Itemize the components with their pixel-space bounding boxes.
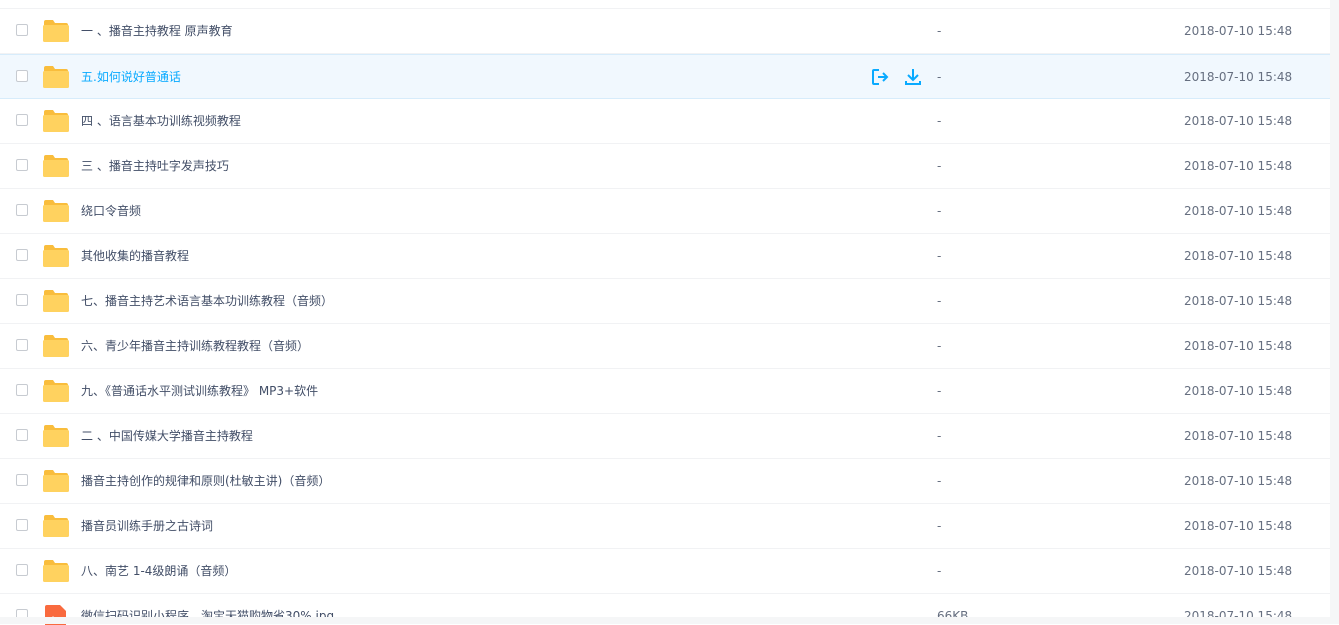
folder-icon	[43, 245, 69, 267]
file-name[interactable]: 一 、播音主持教程 原声教育	[81, 23, 233, 39]
modified-date: 2018-07-10 15:48	[1184, 519, 1293, 533]
file-size: -	[937, 294, 942, 308]
file-row[interactable]: 播音员训练手册之古诗词 - 2018-07-10 15:48	[0, 504, 1330, 549]
folder-icon	[43, 470, 69, 492]
file-name[interactable]: 九、《普通话水平测试训练教程》 MP3+软件	[81, 383, 318, 399]
file-size: -	[937, 429, 942, 443]
file-size: -	[937, 474, 942, 488]
file-row[interactable]: 绕口令音频 - 2018-07-10 15:48	[0, 189, 1330, 234]
file-row[interactable]: 八、南艺 1-4级朗诵（音频） - 2018-07-10 15:48	[0, 549, 1330, 594]
select-checkbox[interactable]	[16, 204, 28, 216]
file-size: -	[937, 159, 942, 173]
file-row[interactable]: 二 、中国传媒大学播音主持教程 - 2018-07-10 15:48	[0, 414, 1330, 459]
select-checkbox[interactable]	[16, 114, 28, 126]
file-row[interactable]: 六、青少年播音主持训练教程教程（音频） - 2018-07-10 15:48	[0, 324, 1330, 369]
horizontal-scrollbar[interactable]	[0, 617, 1339, 624]
modified-date: 2018-07-10 15:48	[1184, 24, 1293, 38]
modified-date: 2018-07-10 15:48	[1184, 564, 1293, 578]
modified-date: 2018-07-10 15:48	[1184, 384, 1293, 398]
file-size: -	[937, 114, 942, 128]
modified-date: 2018-07-10 15:48	[1184, 429, 1293, 443]
select-checkbox[interactable]	[16, 474, 28, 486]
folder-icon	[43, 560, 69, 582]
file-size: -	[937, 384, 942, 398]
file-name[interactable]: 三 、播音主持吐字发声技巧	[81, 158, 229, 174]
folder-icon	[43, 380, 69, 402]
file-size: -	[937, 564, 942, 578]
folder-icon	[43, 425, 69, 447]
file-name[interactable]: 二 、中国传媒大学播音主持教程	[81, 428, 253, 444]
file-name[interactable]: 其他收集的播音教程	[81, 248, 189, 264]
file-name[interactable]: 八、南艺 1-4级朗诵（音频）	[81, 563, 236, 579]
modified-date: 2018-07-10 15:48	[1184, 159, 1293, 173]
select-checkbox[interactable]	[16, 70, 28, 82]
file-name[interactable]: 播音主持创作的规律和原则(杜敏主讲)（音频）	[81, 473, 330, 489]
modified-date: 2018-07-10 15:48	[1184, 474, 1293, 488]
download-icon[interactable]	[903, 67, 923, 87]
file-list: 一 、播音主持教程 原声教育 - 2018-07-10 15:48 五.如何说好…	[0, 8, 1330, 625]
folder-icon	[43, 200, 69, 222]
select-checkbox[interactable]	[16, 24, 28, 36]
modified-date: 2018-07-10 15:48	[1184, 249, 1293, 263]
folder-icon	[43, 66, 69, 88]
file-name[interactable]: 五.如何说好普通话	[81, 69, 181, 85]
file-size: -	[937, 249, 942, 263]
share-icon[interactable]	[870, 67, 890, 87]
file-row[interactable]: 一 、播音主持教程 原声教育 - 2018-07-10 15:48	[0, 9, 1330, 54]
select-checkbox[interactable]	[16, 249, 28, 261]
select-checkbox[interactable]	[16, 429, 28, 441]
modified-date: 2018-07-10 15:48	[1184, 70, 1293, 84]
modified-date: 2018-07-10 15:48	[1184, 204, 1293, 218]
file-name[interactable]: 四 、语言基本功训练视频教程	[81, 113, 241, 129]
folder-icon	[43, 20, 69, 42]
select-checkbox[interactable]	[16, 339, 28, 351]
file-row[interactable]: 五.如何说好普通话 - 2018-07-10 15:48	[0, 54, 1330, 99]
file-name[interactable]: 播音员训练手册之古诗词	[81, 518, 213, 534]
folder-icon	[43, 110, 69, 132]
select-checkbox[interactable]	[16, 384, 28, 396]
vertical-scrollbar[interactable]	[1330, 0, 1339, 624]
file-size: -	[937, 519, 942, 533]
modified-date: 2018-07-10 15:48	[1184, 294, 1293, 308]
modified-date: 2018-07-10 15:48	[1184, 114, 1293, 128]
file-row[interactable]: 播音主持创作的规律和原则(杜敏主讲)（音频） - 2018-07-10 15:4…	[0, 459, 1330, 504]
folder-icon	[43, 515, 69, 537]
file-size: -	[937, 24, 942, 38]
folder-icon	[43, 155, 69, 177]
file-size: -	[937, 204, 942, 218]
modified-date: 2018-07-10 15:48	[1184, 339, 1293, 353]
file-name[interactable]: 七、播音主持艺术语言基本功训练教程（音频）	[81, 293, 333, 309]
folder-icon	[43, 290, 69, 312]
file-size: -	[937, 339, 942, 353]
select-checkbox[interactable]	[16, 294, 28, 306]
file-row[interactable]: 四 、语言基本功训练视频教程 - 2018-07-10 15:48	[0, 99, 1330, 144]
file-row[interactable]: 七、播音主持艺术语言基本功训练教程（音频） - 2018-07-10 15:48	[0, 279, 1330, 324]
select-checkbox[interactable]	[16, 159, 28, 171]
file-name[interactable]: 六、青少年播音主持训练教程教程（音频）	[81, 338, 309, 354]
folder-icon	[43, 335, 69, 357]
select-checkbox[interactable]	[16, 519, 28, 531]
file-name[interactable]: 绕口令音频	[81, 203, 141, 219]
file-row[interactable]: 三 、播音主持吐字发声技巧 - 2018-07-10 15:48	[0, 144, 1330, 189]
file-row[interactable]: 九、《普通话水平测试训练教程》 MP3+软件 - 2018-07-10 15:4…	[0, 369, 1330, 414]
file-row[interactable]: 其他收集的播音教程 - 2018-07-10 15:48	[0, 234, 1330, 279]
file-size: -	[937, 70, 942, 84]
select-checkbox[interactable]	[16, 564, 28, 576]
